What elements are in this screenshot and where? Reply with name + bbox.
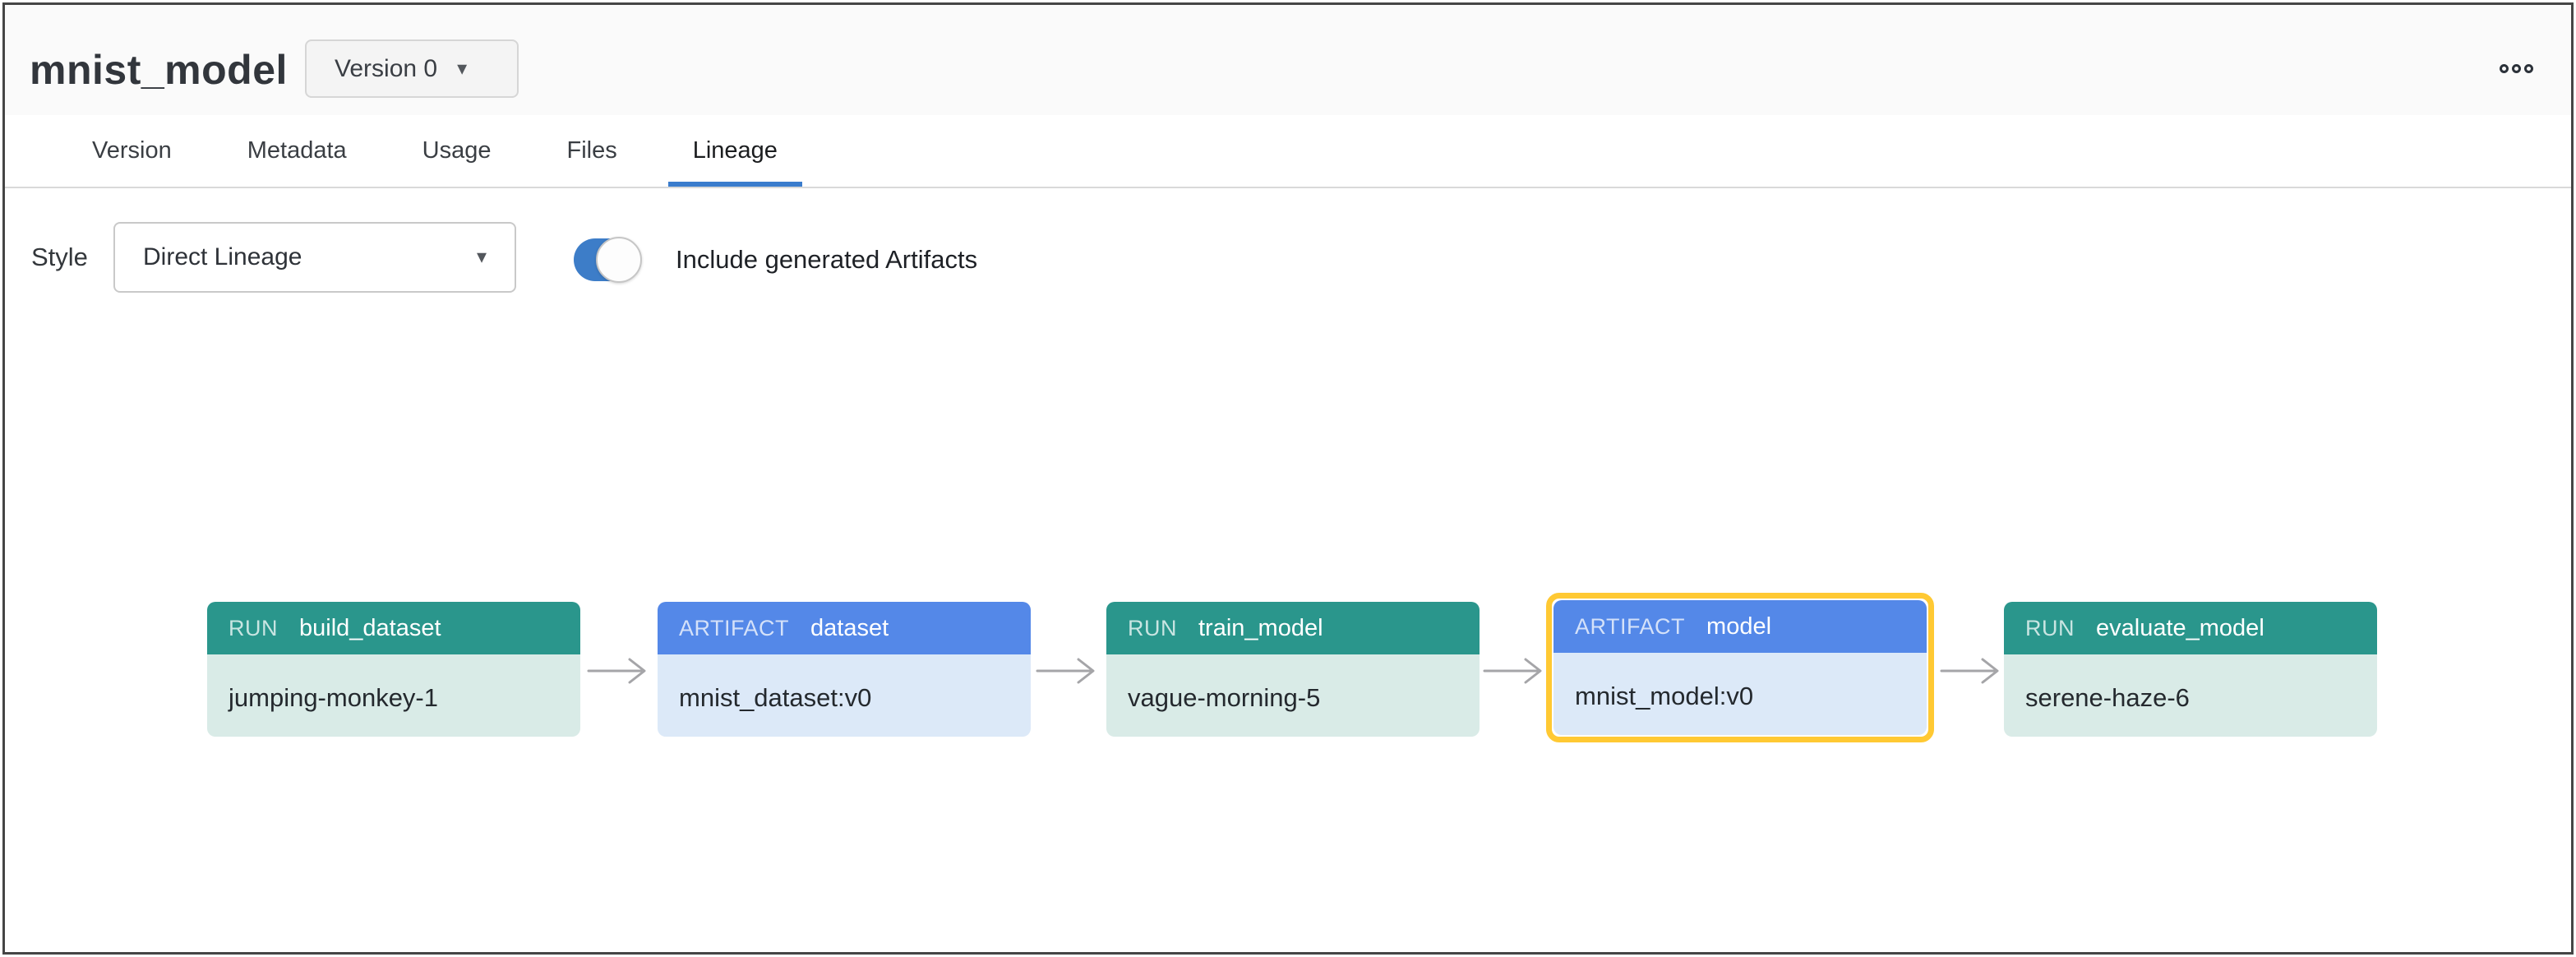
chevron-down-icon: ▾ xyxy=(477,247,487,267)
overflow-menu-button[interactable] xyxy=(2500,64,2533,73)
node-name: train_model xyxy=(1198,615,1323,642)
artifact-header: mnist_model Version 0 ▾ xyxy=(5,5,2571,115)
node-header: ARTIFACT model xyxy=(1553,600,1927,653)
node-kind-label: ARTIFACT xyxy=(1575,614,1685,640)
artifact-node-dataset[interactable]: ARTIFACT dataset mnist_dataset:v0 xyxy=(658,602,1031,737)
ellipsis-icon xyxy=(2524,64,2533,73)
lineage-style-value: Direct Lineage xyxy=(143,243,302,271)
run-node-evaluate-model[interactable]: RUN evaluate_model serene-haze-6 xyxy=(2004,602,2377,737)
lineage-style-select[interactable]: Direct Lineage ▾ xyxy=(113,222,516,293)
run-node-build-dataset[interactable]: RUN build_dataset jumping-monkey-1 xyxy=(207,602,580,737)
node-header: RUN evaluate_model xyxy=(2004,602,2377,654)
node-name: dataset xyxy=(810,615,889,642)
node-kind-label: ARTIFACT xyxy=(679,616,789,641)
edge-arrow-icon xyxy=(1481,654,1549,687)
node-name: build_dataset xyxy=(299,615,441,642)
node-header: RUN build_dataset xyxy=(207,602,580,654)
include-generated-artifacts-toggle[interactable] xyxy=(574,238,639,281)
node-name: model xyxy=(1706,613,1771,640)
ellipsis-icon xyxy=(2512,64,2521,73)
node-id: mnist_model:v0 xyxy=(1553,653,1927,735)
node-id: mnist_dataset:v0 xyxy=(658,654,1031,737)
node-kind-label: RUN xyxy=(1128,616,1177,641)
version-selector-label: Version 0 xyxy=(335,55,437,83)
ellipsis-icon xyxy=(2500,64,2509,73)
tab-lineage[interactable]: Lineage xyxy=(668,115,802,187)
selected-node-highlight: ARTIFACT model mnist_model:v0 xyxy=(1546,593,1934,742)
edge-arrow-icon xyxy=(585,654,653,687)
run-node-train-model[interactable]: RUN train_model vague-morning-5 xyxy=(1106,602,1480,737)
artifact-node-model-selected[interactable]: ARTIFACT model mnist_model:v0 xyxy=(1553,600,1927,735)
page-title: mnist_model xyxy=(30,46,288,94)
tab-version[interactable]: Version xyxy=(67,115,196,187)
node-id: jumping-monkey-1 xyxy=(207,654,580,737)
node-name: evaluate_model xyxy=(2096,615,2264,642)
chevron-down-icon: ▾ xyxy=(457,59,467,79)
artifact-lineage-page: mnist_model Version 0 ▾ Version Metadata… xyxy=(2,2,2574,955)
node-id: vague-morning-5 xyxy=(1106,654,1480,737)
style-label: Style xyxy=(31,222,88,293)
node-header: RUN train_model xyxy=(1106,602,1480,654)
tab-usage[interactable]: Usage xyxy=(398,115,516,187)
node-kind-label: RUN xyxy=(229,616,278,641)
include-generated-artifacts-label: Include generated Artifacts xyxy=(676,238,977,281)
node-header: ARTIFACT dataset xyxy=(658,602,1031,654)
tab-files[interactable]: Files xyxy=(542,115,641,187)
tab-metadata[interactable]: Metadata xyxy=(223,115,372,187)
tab-bar: Version Metadata Usage Files Lineage xyxy=(5,115,2571,188)
edge-arrow-icon xyxy=(1034,654,1101,687)
toggle-knob xyxy=(596,237,642,283)
edge-arrow-icon xyxy=(1938,654,2006,687)
version-selector-button[interactable]: Version 0 ▾ xyxy=(305,39,519,98)
node-id: serene-haze-6 xyxy=(2004,654,2377,737)
node-kind-label: RUN xyxy=(2025,616,2075,641)
